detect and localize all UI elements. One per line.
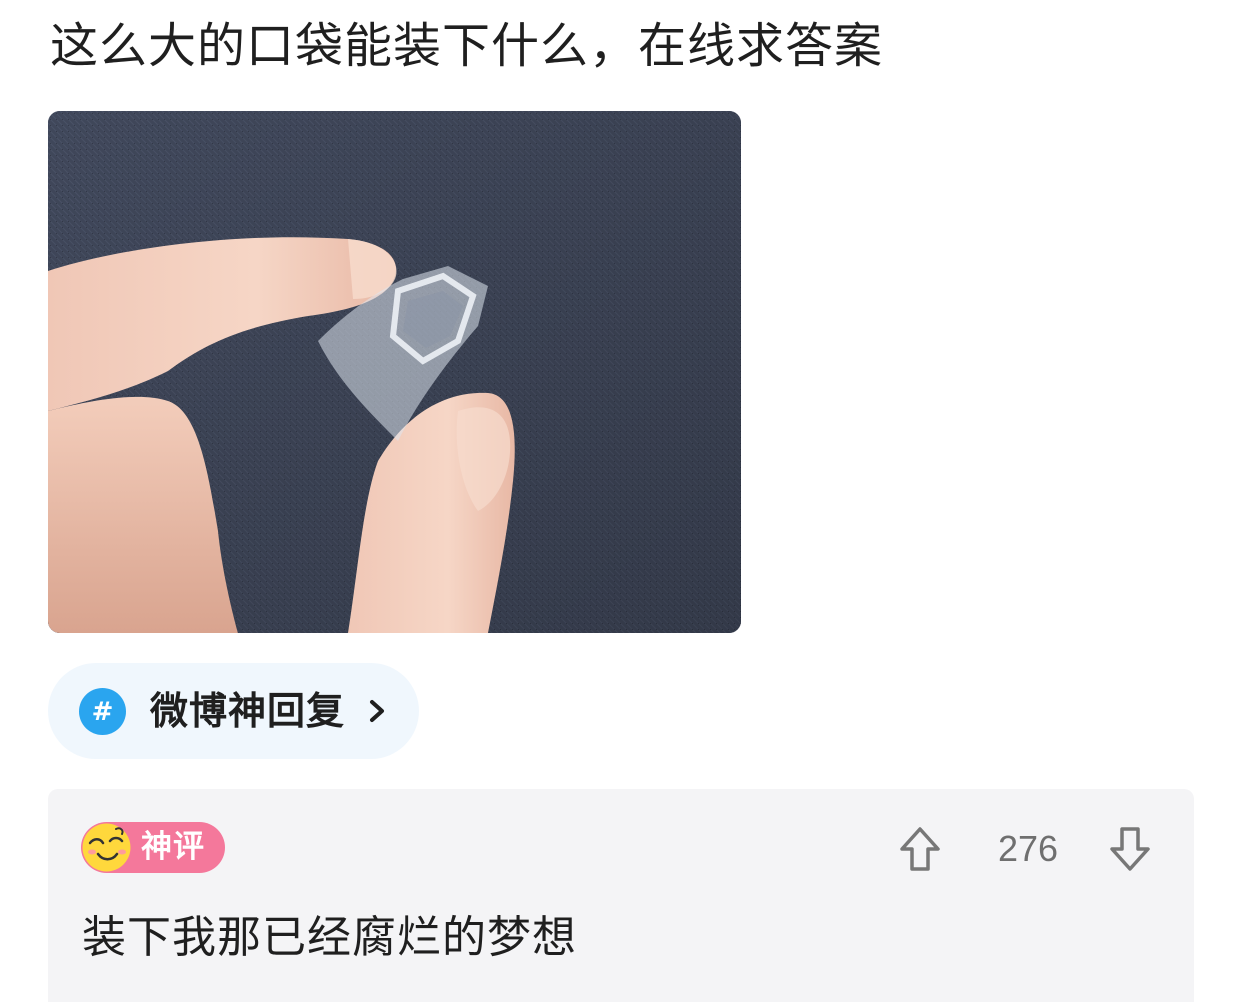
vote-count: 276: [997, 828, 1059, 869]
post-title: 这么大的口袋能装下什么，在线求答案: [50, 18, 884, 74]
badge-label: 神评: [141, 829, 205, 865]
topic-chip[interactable]: # 微博神回复: [48, 663, 419, 759]
comment-card: 神评 276 装下我那已经腐烂的梦想: [48, 789, 1194, 1002]
comment-text: 装下我那已经腐烂的梦想: [82, 912, 577, 963]
god-comment-badge: 神评: [81, 822, 225, 873]
smiling-face-icon: [82, 823, 131, 872]
chevron-right-icon: [370, 700, 384, 722]
downvote-arrow-icon[interactable]: [1108, 825, 1152, 873]
topic-hash-icon: #: [79, 688, 126, 735]
photo-illustration: [48, 111, 741, 633]
topic-label: 微博神回复: [150, 689, 346, 733]
upvote-arrow-icon[interactable]: [898, 825, 942, 873]
post-image[interactable]: [48, 111, 741, 633]
